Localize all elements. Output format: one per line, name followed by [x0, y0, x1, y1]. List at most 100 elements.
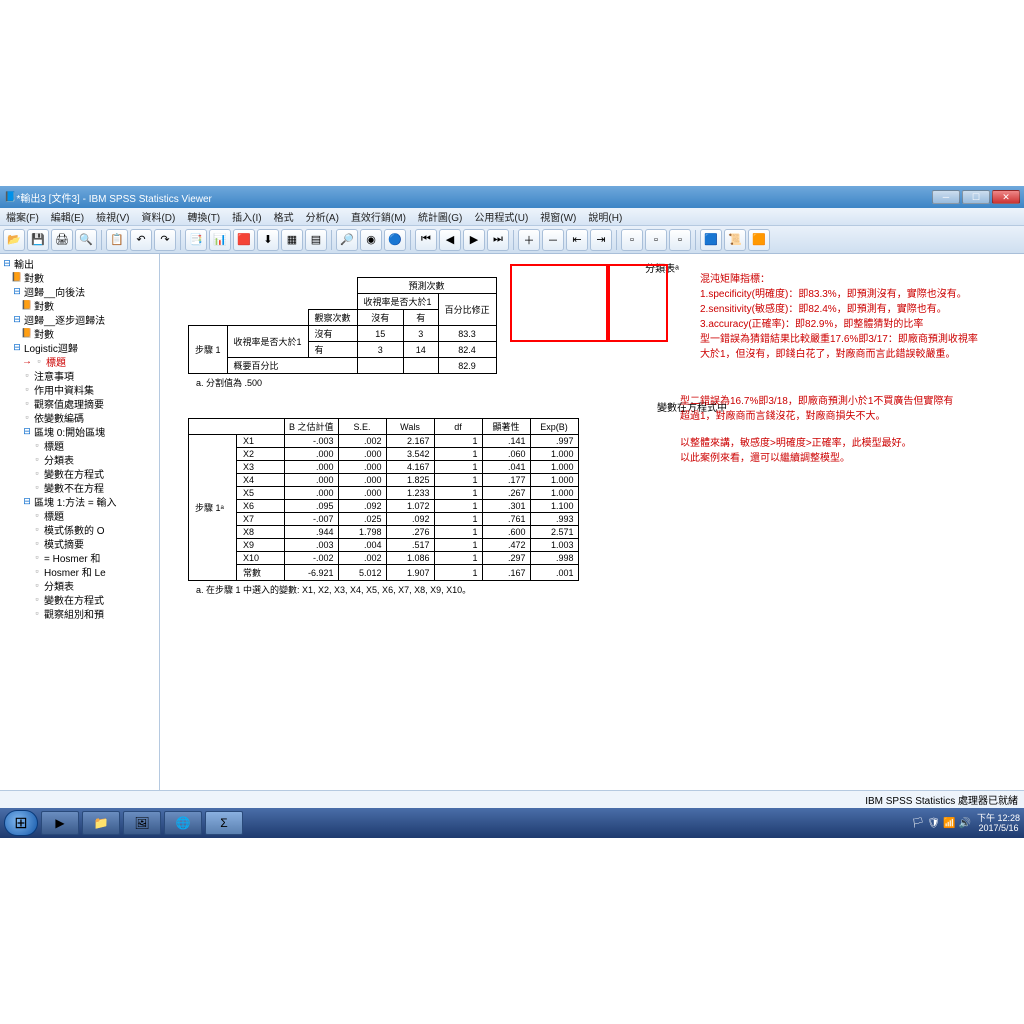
nav-next-icon[interactable]: ▶ [463, 229, 485, 251]
taskbar-clock[interactable]: 下午 12:28 2017/5/16 [977, 813, 1020, 833]
nav-first-icon[interactable]: ⏮ [415, 229, 437, 251]
tree-icon[interactable]: 🟧 [748, 229, 770, 251]
minimize-button[interactable]: ─ [932, 190, 960, 204]
menu-help[interactable]: 說明(H) [582, 209, 628, 224]
outline-item[interactable]: ⊟區塊 0:開始區塊 [0, 424, 159, 438]
tray-network-icon[interactable]: 📶 [943, 818, 955, 829]
outline-item[interactable]: ▫模式摘要 [0, 536, 159, 550]
tray-flag-icon[interactable]: 🏳 [912, 818, 925, 829]
maximize-button[interactable]: ☐ [962, 190, 990, 204]
menu-file[interactable]: 檔案(F) [0, 209, 45, 224]
print-icon[interactable]: 🖨 [51, 229, 73, 251]
designate-icon[interactable]: 🟦 [700, 229, 722, 251]
redo-icon[interactable]: ↷ [154, 229, 176, 251]
outline-item[interactable]: 📙對數 [0, 326, 159, 340]
outline-item[interactable]: ▫依變數編碼 [0, 410, 159, 424]
script-icon[interactable]: 📜 [724, 229, 746, 251]
tray-shield-icon[interactable]: 🛡 [927, 818, 940, 829]
outline-item[interactable]: ▫標題 [0, 438, 159, 452]
outline-item[interactable]: ▫變數在方程式 [0, 466, 159, 480]
box1-icon[interactable]: ▫ [621, 229, 643, 251]
window-title: *輸出3 [文件3] - IBM SPSS Statistics Viewer [16, 190, 211, 205]
outline-item[interactable]: ▫注意事項 [0, 368, 159, 382]
task-spss[interactable]: Σ [205, 811, 243, 835]
highlight-box-2 [608, 264, 668, 342]
select-icon[interactable]: ◉ [360, 229, 382, 251]
nav-prev-icon[interactable]: ◀ [439, 229, 461, 251]
outline-item[interactable]: ▫變數在方程式 [0, 592, 159, 606]
outline-item[interactable]: ▫標題 [0, 508, 159, 522]
demote-icon[interactable]: ⇥ [590, 229, 612, 251]
expand-icon[interactable]: ＋ [518, 229, 540, 251]
paste-icon[interactable]: 📋 [106, 229, 128, 251]
app-icon: 📘 [4, 192, 16, 203]
insert-icon[interactable]: ⬇ [257, 229, 279, 251]
menu-marketing[interactable]: 直效行銷(M) [345, 209, 412, 224]
outline-item[interactable]: ⊟迴歸__向後法 [0, 284, 159, 298]
highlight-box-1 [510, 264, 608, 342]
outline-item[interactable]: ▫分類表 [0, 578, 159, 592]
outline-item[interactable]: 📙對數 [0, 298, 159, 312]
outline-item[interactable]: 📙對數 [0, 270, 159, 284]
taskbar: ⊞ ▶ 📁 🖼 🌐 Σ 🏳 🛡 📶 🔊 下午 12:28 2017/5/16 [0, 808, 1024, 838]
outline-pane[interactable]: ⊟輸出📙對數⊟迴歸__向後法📙對數⊟迴歸__逐步迴歸法📙對數⊟Logistic迴… [0, 254, 160, 790]
titlebar: 📘 *輸出3 [文件3] - IBM SPSS Statistics Viewe… [0, 186, 1024, 208]
outline-item[interactable]: ▫模式係數的 O [0, 522, 159, 536]
task-chrome[interactable]: 🌐 [164, 811, 202, 835]
tray-volume-icon[interactable]: 🔊 [959, 818, 971, 829]
menu-graphs[interactable]: 統計圖(G) [412, 209, 468, 224]
menu-window[interactable]: 視窗(W) [534, 209, 582, 224]
run-icon[interactable]: 🟥 [233, 229, 255, 251]
outline-item[interactable]: →▫標題 [0, 354, 159, 368]
open-icon[interactable]: 📂 [3, 229, 25, 251]
promote-icon[interactable]: ⇤ [566, 229, 588, 251]
menu-edit[interactable]: 編輯(E) [45, 209, 90, 224]
statusbar: IBM SPSS Statistics 處理器已就緒 [0, 790, 1024, 808]
outline-item[interactable]: ⊟迴歸__逐步迴歸法 [0, 312, 159, 326]
outline-item[interactable]: ⊟區塊 1:方法 = 輸入 [0, 494, 159, 508]
grid-icon[interactable]: ▤ [305, 229, 327, 251]
start-button[interactable]: ⊞ [4, 810, 38, 836]
classification-table: 預測次數 收視率是否大於1百分比修正 觀察次數沒有有 步驟 1收視率是否大於1沒… [188, 277, 497, 374]
find-icon[interactable]: 🔎 [336, 229, 358, 251]
box3-icon[interactable]: ▫ [669, 229, 691, 251]
close-button[interactable]: ✕ [992, 190, 1020, 204]
outline-item[interactable]: ⊟輸出 [0, 256, 159, 270]
output-pane[interactable]: 分類表ᵃ 預測次數 收視率是否大於1百分比修正 觀察次數沒有有 步驟 1收視率是… [160, 254, 1024, 790]
undo-icon[interactable]: ↶ [130, 229, 152, 251]
system-tray[interactable]: 🏳 🛡 📶 🔊 下午 12:28 2017/5/16 [912, 813, 1020, 833]
menu-format[interactable]: 格式 [268, 209, 300, 224]
menu-transform[interactable]: 轉換(T) [181, 209, 226, 224]
save-icon[interactable]: 💾 [27, 229, 49, 251]
outline-item[interactable]: ▫觀察組別和預 [0, 606, 159, 620]
menu-analyze[interactable]: 分析(A) [300, 209, 345, 224]
nav-last-icon[interactable]: ⏭ [487, 229, 509, 251]
menu-insert[interactable]: 插入(I) [226, 209, 267, 224]
var-table-footnote: a. 在步驟 1 中選入的變數: X1, X2, X3, X4, X5, X6,… [196, 583, 1016, 596]
collapse-icon[interactable]: － [542, 229, 564, 251]
variables-table: B 之估計值S.E.Walsdf顯著性Exp(B)步驟 1ᵃX1-.003.00… [188, 418, 579, 581]
toolbar: 📂 💾 🖨 🔍 📋 ↶ ↷ 📑 📊 🟥 ⬇ ▦ ▤ 🔎 ◉ 🔵 ⏮ ◀ ▶ ⏭ … [0, 226, 1024, 254]
outline-item[interactable]: ⊟Logistic迴歸 [0, 340, 159, 354]
outline-item[interactable]: ▫分類表 [0, 452, 159, 466]
preview-icon[interactable]: 🔍 [75, 229, 97, 251]
menu-view[interactable]: 檢視(V) [90, 209, 135, 224]
class-table-footnote: a. 分割值為 .500 [196, 376, 1016, 389]
task-thumbnail[interactable]: 🖼 [123, 811, 161, 835]
menu-utilities[interactable]: 公用程式(U) [468, 209, 534, 224]
task-mediaplayer[interactable]: ▶ [41, 811, 79, 835]
task-explorer[interactable]: 📁 [82, 811, 120, 835]
menu-data[interactable]: 資料(D) [135, 209, 181, 224]
outline-item[interactable]: ▫作用中資料集 [0, 382, 159, 396]
chart-icon[interactable]: 📊 [209, 229, 231, 251]
outline-item[interactable]: ▫變數不在方程 [0, 480, 159, 494]
ball-icon[interactable]: 🔵 [384, 229, 406, 251]
annotation-block-2: 型二錯誤為16.7%即3/18，即廠商預測小於1不買廣告但實際有 超過1，對廠商… [680, 394, 953, 466]
outline-item[interactable]: ▫觀察值處理摘要 [0, 396, 159, 410]
menubar: 檔案(F) 編輯(E) 檢視(V) 資料(D) 轉換(T) 插入(I) 格式 分… [0, 208, 1024, 226]
goto-icon[interactable]: 📑 [185, 229, 207, 251]
outline-item[interactable]: ▫= Hosmer 和 [0, 550, 159, 564]
table-icon[interactable]: ▦ [281, 229, 303, 251]
outline-item[interactable]: ▫Hosmer 和 Le [0, 564, 159, 578]
box2-icon[interactable]: ▫ [645, 229, 667, 251]
